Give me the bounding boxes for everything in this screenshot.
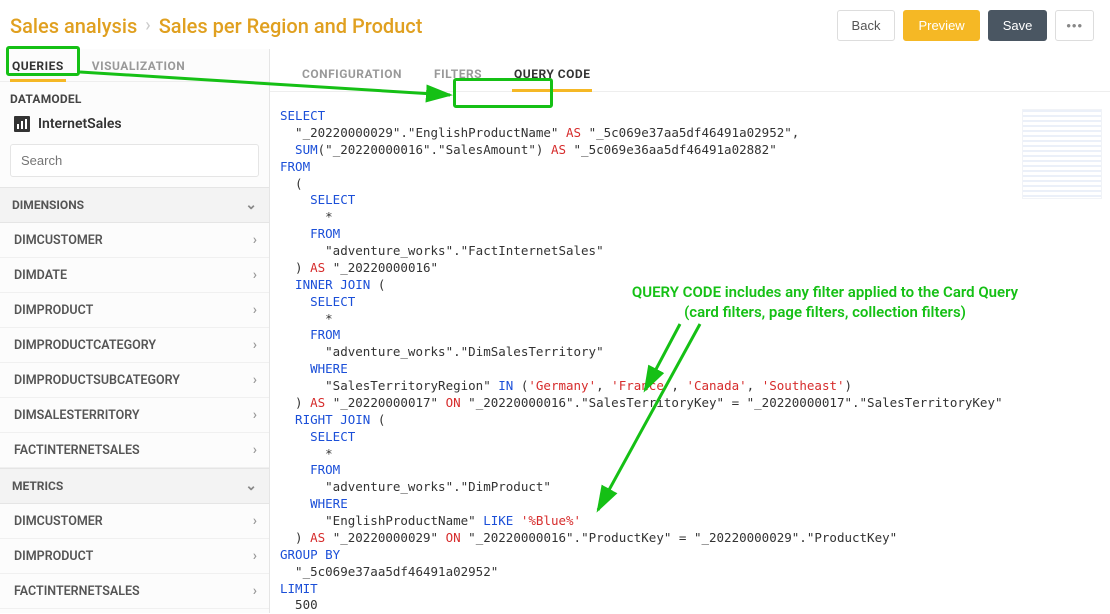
chevron-right-icon: ›	[145, 15, 150, 36]
dim-dimproduct[interactable]: DIMPRODUCT ›	[0, 293, 269, 328]
tree-item-label: DIMCUSTOMER	[14, 233, 103, 248]
chevron-right-icon: ›	[253, 442, 257, 458]
tree-item-label: FACTINTERNETSALES	[14, 584, 140, 599]
preview-button[interactable]: Preview	[903, 10, 979, 41]
tab-filters[interactable]: FILTERS	[432, 55, 484, 91]
chevron-right-icon: ›	[253, 267, 257, 283]
code-minimap[interactable]	[1022, 109, 1102, 199]
back-button[interactable]: Back	[837, 10, 896, 41]
breadcrumb: Sales analysis › Sales per Region and Pr…	[10, 14, 422, 38]
chart-icon	[14, 116, 30, 132]
tree-item-label: DIMPRODUCT	[14, 303, 93, 318]
datamodel-name: InternetSales	[38, 116, 122, 132]
tree-item-label: DIMPRODUCT	[14, 549, 93, 564]
tab-configuration[interactable]: CONFIGURATION	[300, 55, 404, 91]
search-input[interactable]	[11, 145, 258, 176]
dim-dimdate[interactable]: DIMDATE ›	[0, 258, 269, 293]
dim-dimsalesterritory[interactable]: DIMSALESTERRITORY ›	[0, 398, 269, 433]
tree-item-label: FACTINTERNETSALES	[14, 443, 140, 458]
tree-item-label: DIMSALESTERRITORY	[14, 408, 140, 423]
kw-select: SELECT	[280, 108, 325, 123]
metrics-label: METRICS	[12, 479, 63, 493]
chevron-right-icon: ›	[253, 372, 257, 388]
chevron-right-icon: ›	[253, 548, 257, 564]
tree-item-label: DIMPRODUCTCATEGORY	[14, 338, 156, 353]
tab-query-code[interactable]: QUERY CODE	[512, 55, 592, 91]
header-actions: Back Preview Save •••	[837, 10, 1094, 41]
datamodel-row[interactable]: InternetSales	[0, 112, 269, 140]
chevron-right-icon: ›	[253, 513, 257, 529]
dim-factinternetsales[interactable]: FACTINTERNETSALES ›	[0, 433, 269, 468]
met-dimcustomer[interactable]: DIMCUSTOMER ›	[0, 504, 269, 539]
dimensions-header[interactable]: DIMENSIONS ⌄	[0, 187, 269, 223]
breadcrumb-current: Sales per Region and Product	[159, 14, 423, 38]
tab-queries[interactable]: QUERIES	[10, 49, 66, 81]
chevron-right-icon: ›	[253, 407, 257, 423]
met-dimproduct[interactable]: DIMPRODUCT ›	[0, 539, 269, 574]
dim-dimcustomer[interactable]: DIMCUSTOMER ›	[0, 223, 269, 258]
chevron-down-icon: ⌄	[245, 197, 257, 213]
tree-item-label: DIMCUSTOMER	[14, 514, 103, 529]
chevron-right-icon: ›	[253, 232, 257, 248]
tree-item-label: DIMDATE	[14, 268, 67, 283]
chevron-right-icon: ›	[253, 302, 257, 318]
dimensions-label: DIMENSIONS	[12, 198, 84, 212]
more-button[interactable]: •••	[1055, 10, 1094, 41]
sidebar: QUERIES VISUALIZATION DATAMODEL Internet…	[0, 49, 270, 613]
tab-visualization[interactable]: VISUALIZATION	[90, 49, 187, 81]
query-code-editor[interactable]: SELECT "_20220000029"."EnglishProductNam…	[280, 108, 1110, 613]
chevron-right-icon: ›	[253, 337, 257, 353]
tree-item-label: DIMPRODUCTSUBCATEGORY	[14, 373, 180, 388]
search-box	[10, 144, 259, 177]
save-button[interactable]: Save	[988, 10, 1048, 41]
chevron-right-icon: ›	[253, 583, 257, 599]
kw-from: FROM	[280, 159, 310, 174]
dim-dimproductsubcategory[interactable]: DIMPRODUCTSUBCATEGORY ›	[0, 363, 269, 398]
metrics-header[interactable]: METRICS ⌄	[0, 468, 269, 504]
met-factinternetsales[interactable]: FACTINTERNETSALES ›	[0, 574, 269, 609]
breadcrumb-root[interactable]: Sales analysis	[10, 14, 137, 38]
dim-dimproductcategory[interactable]: DIMPRODUCTCATEGORY ›	[0, 328, 269, 363]
datamodel-label: DATAMODEL	[0, 82, 269, 112]
chevron-down-icon: ⌄	[245, 478, 257, 494]
